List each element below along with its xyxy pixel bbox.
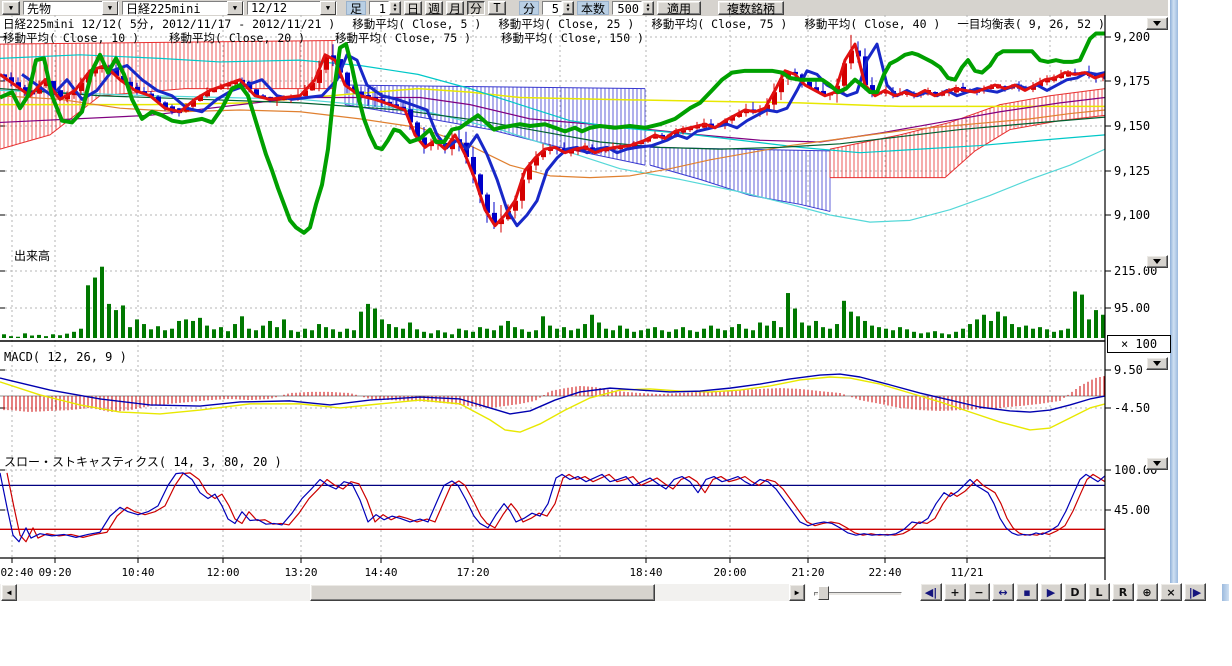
- svg-text:9,125: 9,125: [1114, 164, 1150, 178]
- legend-ma40: 移動平均( Close, 40 ): [804, 16, 940, 32]
- jump-end-button[interactable]: |▶: [1184, 583, 1206, 601]
- triangle-down-icon: [1153, 259, 1161, 264]
- stoch-pane-collapse-button[interactable]: [1146, 457, 1168, 470]
- legend-row-2: 移動平均( Close, 10 ) 移動平均( Close, 20 ) 移動平均…: [3, 30, 644, 46]
- macd-pane-label: MACD( 12, 26, 9 ): [4, 350, 127, 364]
- vertical-scrollbar[interactable]: [1170, 0, 1178, 584]
- legend-ma75b: 移動平均( Close, 75 ): [335, 30, 471, 46]
- magnifier-icon: ⊕: [1142, 586, 1151, 599]
- horizontal-scrollbar[interactable]: ◀ ▶: [0, 584, 806, 601]
- macd-pane-collapse-button[interactable]: [1146, 357, 1168, 370]
- fit-width-button[interactable]: ↔: [992, 583, 1014, 601]
- svg-text:-4.50: -4.50: [1114, 401, 1150, 415]
- svg-text:02:40: 02:40: [0, 566, 33, 579]
- legend-ma20: 移動平均( Close, 20 ): [169, 30, 305, 46]
- svg-text:18:40: 18:40: [629, 566, 662, 579]
- legend-ma150: 移動平均( Close, 150 ): [501, 30, 644, 46]
- scroll-left-button[interactable]: ◀: [1, 584, 17, 601]
- chart-canvas[interactable]: 02:40 09:20 10:40 12:00 13:20 14:40 17:20 18:40…: [0, 0, 1232, 650]
- zoom-out-button[interactable]: −: [968, 583, 990, 601]
- minus-icon: −: [974, 586, 983, 599]
- legend-ma10: 移動平均( Close, 10 ): [3, 30, 139, 46]
- svg-text:9.50: 9.50: [1114, 363, 1143, 377]
- play-button[interactable]: ▶: [1040, 583, 1062, 601]
- arrow-right-bar-icon: |▶: [1189, 586, 1201, 599]
- zoom-in-button[interactable]: +: [944, 583, 966, 601]
- svg-text:9,200: 9,200: [1114, 30, 1150, 44]
- plus-icon: +: [950, 586, 959, 599]
- svg-text:45.00: 45.00: [1114, 503, 1150, 517]
- scrollbar-thumb[interactable]: [310, 584, 655, 601]
- svg-text:14:40: 14:40: [364, 566, 397, 579]
- svg-text:95.00: 95.00: [1114, 301, 1150, 315]
- close-button[interactable]: ×: [1160, 583, 1182, 601]
- jump-start-button[interactable]: ◀|: [920, 583, 942, 601]
- triangle-down-icon: [1153, 361, 1161, 366]
- chart-application-window: ▼ 先物 ▼ 日経225mini ▼ 12/12 ▼ 足 1 ▲▼ 日 週 月 …: [0, 0, 1232, 666]
- stop-button[interactable]: ▪: [1016, 583, 1038, 601]
- svg-text:22:40: 22:40: [868, 566, 901, 579]
- svg-text:13:20: 13:20: [284, 566, 317, 579]
- chart-nav-toolbar: ◀| + − ↔ ▪ ▶ D L R ⊕ × |▶: [920, 583, 1206, 601]
- svg-text:10:40: 10:40: [121, 566, 154, 579]
- svg-text:17:20: 17:20: [456, 566, 489, 579]
- svg-text:11/21: 11/21: [950, 566, 983, 579]
- volume-multiplier-badge: × 100: [1107, 335, 1171, 353]
- square-icon: ▪: [1023, 586, 1030, 599]
- volume-pane-label: 出来高: [14, 247, 50, 264]
- arrow-left-bar-icon: ◀|: [925, 586, 937, 599]
- close-icon: ×: [1166, 586, 1175, 599]
- d-button[interactable]: D: [1064, 583, 1086, 601]
- svg-text:20:00: 20:00: [713, 566, 746, 579]
- double-arrow-icon: ↔: [998, 586, 1007, 599]
- l-button[interactable]: L: [1088, 583, 1110, 601]
- zoom-slider[interactable]: [812, 584, 904, 601]
- scroll-right-button[interactable]: ▶: [789, 584, 805, 601]
- svg-text:9,100: 9,100: [1114, 208, 1150, 222]
- svg-text:9,175: 9,175: [1114, 74, 1150, 88]
- bottom-right-scroll-sliver: [1222, 584, 1229, 601]
- play-icon: ▶: [1047, 586, 1055, 599]
- magnify-button[interactable]: ⊕: [1136, 583, 1158, 601]
- svg-text:12:00: 12:00: [206, 566, 239, 579]
- volume-pane-collapse-button[interactable]: [1146, 255, 1168, 268]
- arrow-left-icon: ◀: [7, 588, 12, 597]
- svg-text:21:20: 21:20: [791, 566, 824, 579]
- stoch-pane-label: スロー・ストキャスティクス( 14, 3, 80, 20 ): [4, 453, 282, 470]
- legend-ichimoku: 一目均衡表( 9, 26, 52 ): [957, 16, 1105, 32]
- legend-ma75: 移動平均( Close, 75 ): [651, 16, 787, 32]
- slider-handle[interactable]: [818, 586, 829, 600]
- r-button[interactable]: R: [1112, 583, 1134, 601]
- triangle-down-icon: [1153, 21, 1161, 26]
- price-pane-collapse-button[interactable]: [1146, 17, 1168, 30]
- svg-text:9,150: 9,150: [1114, 119, 1150, 133]
- arrow-right-icon: ▶: [795, 588, 800, 597]
- triangle-down-icon: [1153, 461, 1161, 466]
- svg-text:09:20: 09:20: [38, 566, 71, 579]
